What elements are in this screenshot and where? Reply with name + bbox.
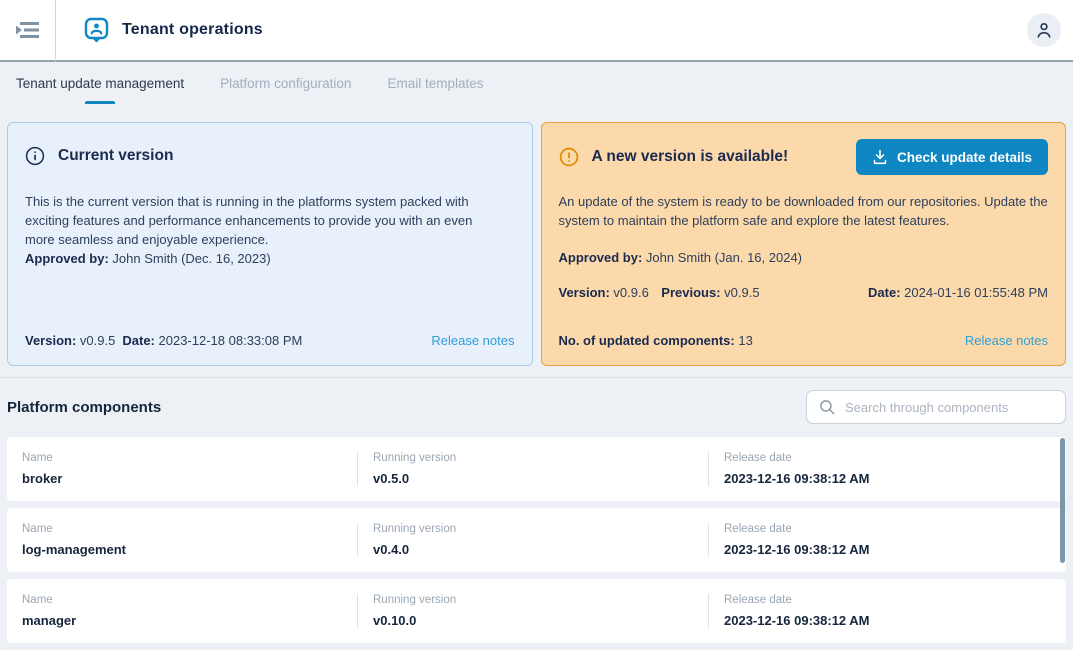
tab-label: Tenant update management — [16, 76, 184, 91]
approved-by-value: John Smith (Jan. 16, 2024) — [646, 250, 802, 265]
new-version-title-group: A new version is available! — [559, 146, 789, 168]
check-update-details-button[interactable]: Check update details — [856, 139, 1048, 175]
component-version: v0.4.0 — [373, 542, 698, 557]
running-version-cell: Running version v0.10.0 — [357, 594, 708, 628]
component-release-date: 2023-12-16 09:38:12 AM — [724, 542, 1056, 557]
card-title: A new version is available! — [592, 146, 789, 168]
approved-by-label: Approved by: — [25, 251, 109, 266]
version-field: Version: v0.9.5 — [25, 332, 115, 351]
component-name: broker — [22, 471, 347, 486]
component-release-date: 2023-12-16 09:38:12 AM — [724, 613, 1056, 628]
list-scrollbar[interactable] — [1060, 438, 1065, 563]
search-icon — [818, 398, 836, 416]
running-version-cell: Running version v0.4.0 — [357, 523, 708, 557]
previous-value: v0.9.5 — [724, 285, 759, 300]
download-icon — [872, 149, 888, 165]
version-field: Version: v0.9.6 — [559, 284, 649, 303]
button-label: Check update details — [897, 150, 1032, 165]
name-column-label: Name — [22, 452, 347, 464]
components-count-field: No. of updated components: 13 — [559, 332, 753, 351]
warning-icon — [559, 147, 579, 167]
release-notes-link[interactable]: Release notes — [431, 332, 514, 351]
page-title: Tenant operations — [122, 21, 263, 39]
name-column-label: Name — [22, 523, 347, 535]
approved-by-value: John Smith (Dec. 16, 2023) — [112, 251, 270, 266]
tab-platform-configuration[interactable]: Platform configuration — [218, 62, 353, 104]
release-date-column-label: Release date — [724, 594, 1056, 606]
active-tab-indicator — [85, 101, 115, 104]
name-cell: Name manager — [7, 594, 357, 628]
approved-by-label: Approved by: — [559, 250, 643, 265]
section-title: Platform components — [7, 399, 161, 416]
menu-open-icon — [15, 20, 41, 40]
component-version: v0.10.0 — [373, 613, 698, 628]
new-version-meta-row: Version: v0.9.6 Previous: v0.9.5 Date: 2… — [559, 284, 1049, 303]
tab-tenant-update-management[interactable]: Tenant update management — [14, 62, 186, 104]
components-search-box[interactable] — [806, 390, 1066, 424]
release-notes-link[interactable]: Release notes — [965, 332, 1048, 351]
new-version-card: A new version is available! Check update… — [541, 122, 1067, 366]
tab-email-templates[interactable]: Email templates — [385, 62, 485, 104]
tab-label: Email templates — [387, 76, 483, 91]
component-name: log-management — [22, 542, 347, 557]
date-value: 2023-12-18 08:33:08 PM — [159, 333, 303, 348]
approved-by-line: Approved by: John Smith (Dec. 16, 2023) — [25, 250, 515, 269]
running-version-column-label: Running version — [373, 523, 698, 535]
tenant-operations-app: Tenant operations Tenant update manageme… — [0, 0, 1073, 647]
name-column-label: Name — [22, 594, 347, 606]
component-row-log-management[interactable]: Name log-management Running version v0.4… — [7, 508, 1066, 572]
component-row-manager[interactable]: Name manager Running version v0.10.0 Rel… — [7, 579, 1066, 643]
version-label: Version: — [559, 285, 610, 300]
platform-components-section: Platform components Name broker Run — [0, 377, 1073, 650]
release-date-cell: Release date 2023-12-16 09:38:12 AM — [708, 452, 1066, 486]
release-date-column-label: Release date — [724, 452, 1056, 464]
platform-components-header: Platform components — [7, 378, 1066, 437]
current-version-meta-row: Version: v0.9.5 Date: 2023-12-18 08:33:0… — [25, 332, 515, 351]
component-name: manager — [22, 613, 347, 628]
date-field: Date: 2024-01-16 01:55:48 PM — [868, 284, 1048, 303]
running-version-cell: Running version v0.5.0 — [357, 452, 708, 486]
tenant-badge-icon — [84, 17, 109, 43]
version-label: Version: — [25, 333, 76, 348]
sidebar-toggle-button[interactable] — [0, 0, 55, 61]
current-version-card: Current version This is the current vers… — [7, 122, 533, 366]
version-cards: Current version This is the current vers… — [0, 104, 1073, 366]
current-version-description: This is the current version that is runn… — [25, 193, 505, 250]
components-list: Name broker Running version v0.5.0 Relea… — [7, 437, 1066, 643]
release-date-cell: Release date 2023-12-16 09:38:12 AM — [708, 594, 1066, 628]
date-value: 2024-01-16 01:55:48 PM — [904, 285, 1048, 300]
component-row-broker[interactable]: Name broker Running version v0.5.0 Relea… — [7, 437, 1066, 501]
card-title: Current version — [58, 145, 173, 167]
component-version: v0.5.0 — [373, 471, 698, 486]
version-value: v0.9.5 — [80, 333, 115, 348]
app-header: Tenant operations — [0, 0, 1073, 62]
release-date-column-label: Release date — [724, 523, 1056, 535]
previous-version-field: Previous: v0.9.5 — [661, 284, 759, 303]
updated-components-row: No. of updated components: 13 Release no… — [559, 332, 1049, 351]
release-date-cell: Release date 2023-12-16 09:38:12 AM — [708, 523, 1066, 557]
name-cell: Name broker — [7, 452, 357, 486]
version-value: v0.9.6 — [613, 285, 648, 300]
user-avatar-button[interactable] — [1027, 13, 1061, 47]
info-icon — [25, 146, 45, 166]
header-divider — [55, 0, 56, 61]
new-version-title-row: A new version is available! Check update… — [559, 139, 1049, 175]
tab-label: Platform configuration — [220, 76, 351, 91]
search-input[interactable] — [845, 400, 1054, 415]
date-label: Date: — [122, 333, 155, 348]
running-version-column-label: Running version — [373, 594, 698, 606]
component-release-date: 2023-12-16 09:38:12 AM — [724, 471, 1056, 486]
components-count-value: 13 — [738, 333, 752, 348]
name-cell: Name log-management — [7, 523, 357, 557]
tab-bar: Tenant update management Platform config… — [0, 62, 1073, 104]
date-label: Date: — [868, 285, 901, 300]
new-version-description: An update of the system is ready to be d… — [559, 193, 1049, 231]
approved-by-line: Approved by: John Smith (Jan. 16, 2024) — [559, 249, 1049, 268]
current-version-title-row: Current version — [25, 145, 515, 167]
previous-label: Previous: — [661, 285, 720, 300]
components-count-label: No. of updated components: — [559, 333, 735, 348]
person-icon — [1033, 19, 1055, 41]
running-version-column-label: Running version — [373, 452, 698, 464]
date-field: Date: 2023-12-18 08:33:08 PM — [122, 332, 302, 351]
